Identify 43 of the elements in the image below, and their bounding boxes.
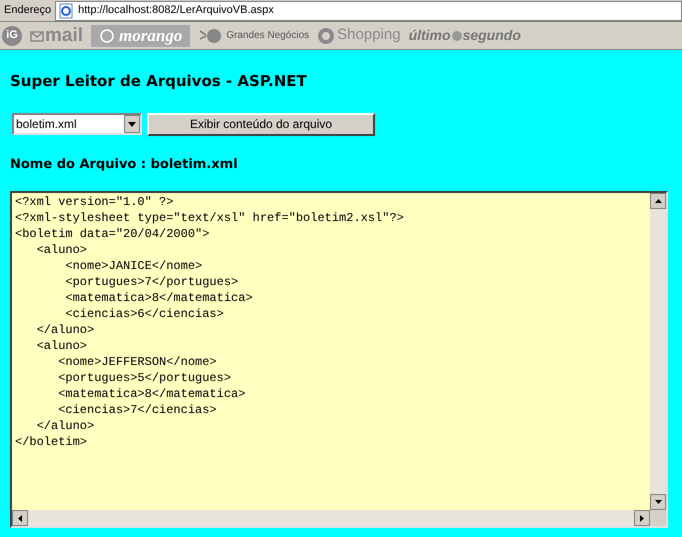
segundo-link[interactable]: segundo bbox=[462, 25, 521, 46]
right-arrow-icon bbox=[640, 514, 644, 522]
envelope-icon bbox=[30, 28, 44, 42]
grandes-negocios-link[interactable]: Grandes Negócios bbox=[226, 28, 310, 43]
code-line: </boletim> bbox=[15, 434, 88, 450]
code-line: <aluno> bbox=[36, 242, 88, 258]
code-line: <ciencias>6</ciencias> bbox=[64, 306, 224, 322]
code-line: <nome>JEFFERSON</nome> bbox=[57, 354, 217, 370]
address-label: Endereço bbox=[3, 3, 52, 18]
address-field[interactable]: http://localhost:8082/LerArquivoVB.aspx bbox=[55, 0, 682, 20]
code-line: <?xml-stylesheet type="text/xsl" href="boletim2.xsl"?> bbox=[15, 210, 404, 226]
page-title: Super Leitor de Arquivos - ASP.NET bbox=[10, 71, 308, 92]
code-line: <matematica>8</matematica> bbox=[57, 386, 246, 402]
code-line: <aluno> bbox=[36, 338, 88, 354]
dropdown-arrow-icon bbox=[128, 122, 136, 126]
code-line: </aluno> bbox=[36, 418, 94, 434]
file-content-area[interactable] bbox=[10, 191, 668, 528]
logo-link[interactable]: iG bbox=[2, 26, 22, 46]
code-line: <nome>JANICE</nome> bbox=[64, 258, 202, 274]
code-line: <ciencias>7</ciencias> bbox=[57, 402, 217, 418]
up-arrow-icon bbox=[654, 199, 662, 203]
left-arrow-icon bbox=[18, 514, 22, 522]
mail-link[interactable]: mail bbox=[45, 26, 84, 45]
code-line: <boletim data="20/04/2000"> bbox=[15, 226, 210, 242]
shopping-link[interactable]: Shopping bbox=[337, 24, 401, 47]
morango-link[interactable]: morango bbox=[91, 24, 190, 46]
scrollbar-corner bbox=[650, 510, 666, 526]
code-line: <portugues>5</portugues> bbox=[57, 370, 232, 386]
code-line: <portugues>7</portugues> bbox=[64, 274, 238, 290]
ring-icon bbox=[99, 28, 116, 44]
code-line: </aluno> bbox=[36, 322, 94, 338]
file-select[interactable]: boletim.xml bbox=[12, 113, 142, 135]
show-content-button[interactable]: Exibir conteúdo do arquivo bbox=[147, 112, 375, 136]
ball-icon bbox=[450, 30, 463, 42]
code-line: <matematica>8</matematica> bbox=[64, 290, 253, 306]
down-arrow-icon bbox=[654, 500, 662, 504]
file-name-label: Nome do Arquivo : boletim.xml bbox=[10, 156, 239, 174]
horizontal-scrollbar[interactable] bbox=[12, 510, 650, 526]
logo-icon bbox=[317, 26, 336, 44]
vertical-scrollbar[interactable] bbox=[650, 193, 666, 510]
page-icon bbox=[58, 2, 74, 18]
code-line: <?xml version="1.0" ?> bbox=[15, 194, 174, 210]
ultimo-link[interactable]: último bbox=[408, 25, 451, 46]
